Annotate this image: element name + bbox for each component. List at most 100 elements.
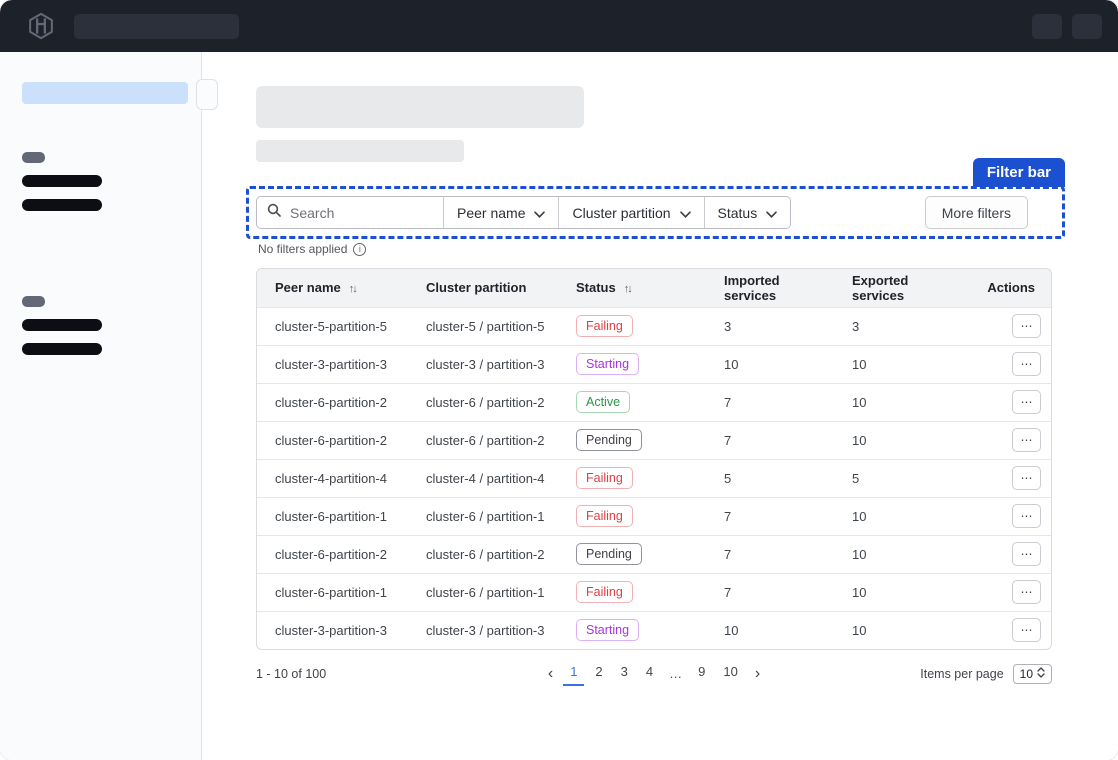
column-header-cluster-partition: Cluster partition xyxy=(408,269,558,307)
chevron-down-icon xyxy=(766,205,777,221)
ellipsis-icon: ⋯ xyxy=(1021,433,1033,447)
column-label: Status xyxy=(576,280,616,295)
sidebar-section-label-placeholder xyxy=(22,152,45,163)
cell-cluster-partition: cluster-6 / partition-1 xyxy=(408,497,558,535)
sidebar-nav-item-placeholder[interactable] xyxy=(22,343,102,355)
filters-status: No filters applied i xyxy=(258,242,366,256)
sidebar-nav-item-placeholder[interactable] xyxy=(22,199,102,211)
page-number-10[interactable]: 10 xyxy=(716,661,744,686)
column-label: Actions xyxy=(987,280,1035,295)
dropdown-cluster-partition[interactable]: Cluster partition xyxy=(558,197,703,228)
info-icon[interactable]: i xyxy=(353,243,366,256)
ellipsis-icon: ⋯ xyxy=(1021,357,1033,371)
cell-exported: 10 xyxy=(834,535,963,573)
page-ellipsis: … xyxy=(664,663,687,684)
cell-exported: 3 xyxy=(834,307,963,345)
cell-cluster-partition: cluster-3 / partition-3 xyxy=(408,345,558,383)
status-badge: Pending xyxy=(576,429,642,451)
column-label: Exported services xyxy=(852,273,908,303)
filter-bar: Peer name Cluster partition Status xyxy=(246,186,1065,239)
chevron-left-icon[interactable]: ‹ xyxy=(542,666,559,682)
column-header-exported-services: Exported services xyxy=(834,269,963,307)
column-header-peer-name[interactable]: Peer name↑↓ xyxy=(257,269,408,307)
ellipsis-icon: ⋯ xyxy=(1021,623,1033,637)
cell-peer-name: cluster-5-partition-5 xyxy=(257,307,408,345)
sort-icon[interactable]: ↑↓ xyxy=(349,283,356,295)
more-filters-button[interactable]: More filters xyxy=(925,196,1028,229)
row-actions-button[interactable]: ⋯ xyxy=(1012,352,1041,376)
hashicorp-logo-icon xyxy=(26,11,56,41)
sidebar-nav-item-placeholder[interactable] xyxy=(22,319,102,331)
sort-icon[interactable]: ↑↓ xyxy=(624,283,631,295)
row-actions-button[interactable]: ⋯ xyxy=(1012,314,1041,338)
dropdown-label: Peer name xyxy=(457,205,525,221)
cell-peer-name: cluster-6-partition-2 xyxy=(257,421,408,459)
pagination-pages: ‹ 1 2 3 4 … 9 10 › xyxy=(542,661,766,686)
row-actions-button[interactable]: ⋯ xyxy=(1012,466,1041,490)
cell-exported: 10 xyxy=(834,573,963,611)
dropdown-status[interactable]: Status xyxy=(704,197,791,228)
page-subtitle-placeholder xyxy=(256,140,464,162)
ellipsis-icon: ⋯ xyxy=(1021,319,1033,333)
global-search-placeholder[interactable] xyxy=(74,14,239,39)
sidebar-section-label-placeholder xyxy=(22,296,45,307)
up-down-chevron-icon xyxy=(1037,667,1045,681)
ellipsis-icon: ⋯ xyxy=(1021,395,1033,409)
cell-imported: 7 xyxy=(706,421,834,459)
row-actions-button[interactable]: ⋯ xyxy=(1012,580,1041,604)
app-body: Filter bar Peer name xyxy=(0,52,1118,760)
cell-imported: 7 xyxy=(706,573,834,611)
main-content: Filter bar Peer name xyxy=(202,52,1118,760)
table-row: cluster-6-partition-1 cluster-6 / partit… xyxy=(257,497,1052,535)
page-number-4[interactable]: 4 xyxy=(639,661,660,686)
table-row: cluster-3-partition-3 cluster-3 / partit… xyxy=(257,345,1052,383)
cell-imported: 10 xyxy=(706,345,834,383)
row-actions-button[interactable]: ⋯ xyxy=(1012,428,1041,452)
cell-cluster-partition: cluster-6 / partition-2 xyxy=(408,535,558,573)
items-per-page: Items per page 10 xyxy=(766,664,1052,684)
search-input[interactable] xyxy=(288,204,433,222)
cell-cluster-partition: cluster-6 / partition-1 xyxy=(408,573,558,611)
cell-cluster-partition: cluster-6 / partition-2 xyxy=(408,421,558,459)
cell-exported: 10 xyxy=(834,383,963,421)
cell-peer-name: cluster-3-partition-3 xyxy=(257,345,408,383)
column-header-status[interactable]: Status ↑↓ xyxy=(558,269,706,307)
table-header-row: Peer name↑↓ Cluster partition Status ↑↓ I… xyxy=(257,269,1052,307)
top-navigation-bar xyxy=(0,0,1118,52)
row-actions-button[interactable]: ⋯ xyxy=(1012,504,1041,528)
search-field[interactable] xyxy=(257,197,443,228)
table-row: cluster-6-partition-2 cluster-6 / partit… xyxy=(257,383,1052,421)
items-per-page-select[interactable]: 10 xyxy=(1013,664,1052,684)
column-header-imported-services: Imported services xyxy=(706,269,834,307)
topbar-button-placeholder[interactable] xyxy=(1032,14,1062,39)
row-actions-button[interactable]: ⋯ xyxy=(1012,542,1041,566)
cell-exported: 5 xyxy=(834,459,963,497)
page-number-9[interactable]: 9 xyxy=(691,661,712,686)
cell-exported: 10 xyxy=(834,611,963,649)
sidebar-collapse-toggle[interactable] xyxy=(196,79,218,110)
ellipsis-icon: ⋯ xyxy=(1021,509,1033,523)
table-row: cluster-5-partition-5 cluster-5 / partit… xyxy=(257,307,1052,345)
row-actions-button[interactable]: ⋯ xyxy=(1012,390,1041,414)
cell-imported: 7 xyxy=(706,535,834,573)
status-badge: Starting xyxy=(576,353,639,375)
topbar-button-placeholder[interactable] xyxy=(1072,14,1102,39)
status-badge: Active xyxy=(576,391,630,413)
status-badge: Failing xyxy=(576,467,633,489)
cell-cluster-partition: cluster-5 / partition-5 xyxy=(408,307,558,345)
status-badge: Failing xyxy=(576,581,633,603)
ellipsis-icon: ⋯ xyxy=(1021,585,1033,599)
cell-peer-name: cluster-6-partition-2 xyxy=(257,535,408,573)
row-actions-button[interactable]: ⋯ xyxy=(1012,618,1041,642)
cell-imported: 3 xyxy=(706,307,834,345)
chevron-right-icon[interactable]: › xyxy=(749,666,766,682)
page-number-2[interactable]: 2 xyxy=(588,661,609,686)
dropdown-peer-name[interactable]: Peer name xyxy=(443,197,558,228)
sidebar-selected-item-placeholder[interactable] xyxy=(22,82,188,104)
cell-peer-name: cluster-3-partition-3 xyxy=(257,611,408,649)
page-number-3[interactable]: 3 xyxy=(614,661,635,686)
sidebar-nav-item-placeholder[interactable] xyxy=(22,175,102,187)
column-header-actions: Actions xyxy=(963,269,1052,307)
page-number-1[interactable]: 1 xyxy=(563,661,584,686)
filter-bar-annotation-label: Filter bar xyxy=(973,158,1065,187)
